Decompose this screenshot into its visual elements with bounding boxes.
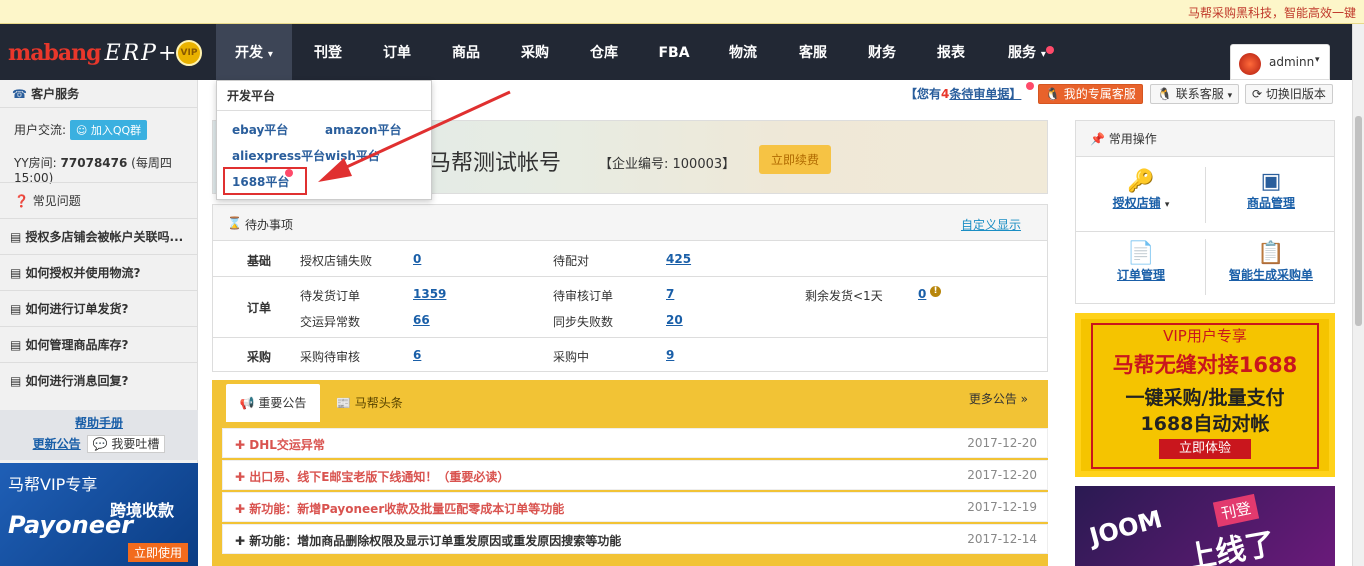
scrollbar-thumb[interactable] (1355, 116, 1362, 326)
annotation-arrow (318, 90, 511, 182)
scrollbar[interactable] (1352, 24, 1364, 566)
